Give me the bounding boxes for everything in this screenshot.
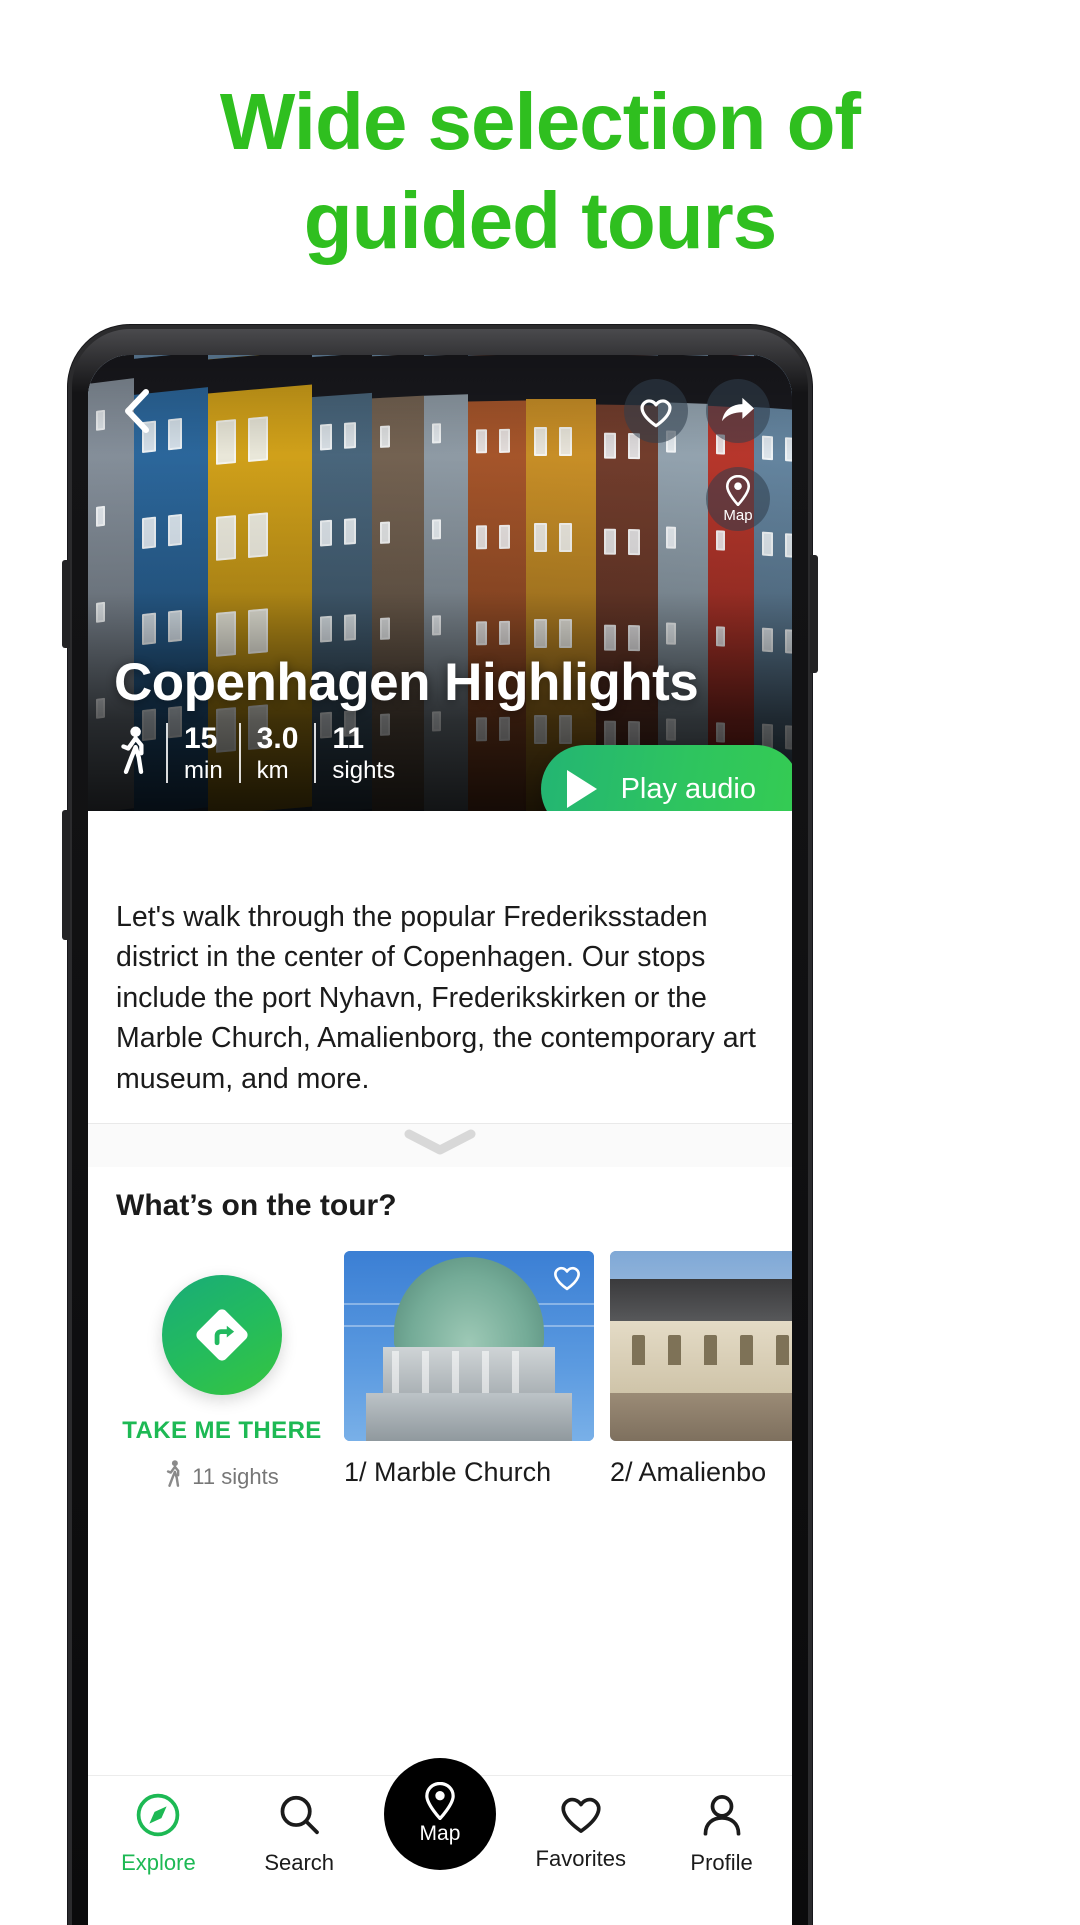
take-me-there-sights-text: 11 sights (192, 1464, 279, 1490)
take-me-there-circle (162, 1275, 282, 1396)
nav-item-favorites[interactable]: Favorites (510, 1792, 651, 1872)
nav-item-profile[interactable]: Profile (651, 1792, 792, 1876)
amalienborg-thumbnail (610, 1251, 792, 1442)
play-triangle-icon (566, 770, 597, 808)
stat-distance: 3.0 km (238, 722, 315, 784)
compass-icon (137, 1793, 180, 1837)
tour-description: Let's walk through the popular Frederiks… (116, 901, 756, 1095)
nav-label-explore: Explore (121, 1850, 196, 1875)
marble-church-thumbnail (344, 1251, 594, 1442)
take-me-there-sights: 11 sights (165, 1459, 279, 1495)
bottom-sheet-handle[interactable] (88, 1123, 792, 1168)
stat-sights-value: 11 (332, 722, 365, 756)
palace-window (668, 1335, 681, 1366)
tour-stop-caption: 2/ Amalienbo (610, 1457, 767, 1488)
favorite-button[interactable] (624, 379, 688, 443)
palace-window (632, 1335, 645, 1366)
headline-line-2: guided tours (303, 176, 777, 266)
stat-duration-value: 15 (184, 722, 218, 756)
phone-volume-down-button (62, 810, 70, 940)
church-column (482, 1351, 489, 1394)
phone-mockup: Map Copenhagen Highlights 15 min 3.0 km (62, 325, 818, 1925)
church-drum (383, 1347, 555, 1396)
map-pin-icon (425, 1782, 455, 1820)
stat-duration: 15 min (166, 723, 239, 783)
nav-item-explore[interactable]: Explore (88, 1792, 229, 1876)
play-audio-label: Play audio (620, 772, 756, 805)
search-icon (280, 1795, 320, 1835)
nav-label-profile: Profile (690, 1850, 753, 1875)
palace-roof (610, 1279, 792, 1322)
tour-stops-carousel[interactable]: TAKE ME THERE 11 sights 1/ Marble Church… (88, 1251, 792, 1495)
nav-label-favorites: Favorites (535, 1846, 627, 1871)
nav-item-map[interactable]: Map (370, 1758, 511, 1870)
tour-stop-caption: 1/ Marble Church (344, 1457, 552, 1488)
tour-section-heading: What’s on the tour? (116, 1189, 397, 1223)
chevron-down-icon (404, 1129, 476, 1155)
tour-stop-card[interactable]: 2/ Amalienbo (610, 1251, 792, 1488)
palace-window (704, 1335, 717, 1366)
nav-item-search[interactable]: Search (229, 1792, 370, 1876)
church-column (452, 1351, 459, 1394)
tour-stats: 15 min 3.0 km 11 sights (118, 723, 411, 783)
church-column (422, 1351, 429, 1394)
person-icon (703, 1795, 740, 1836)
hero-map-label: Map (723, 506, 753, 524)
nav-label-search: Search (264, 1850, 335, 1875)
directions-diamond-icon (196, 1309, 248, 1361)
heart-icon (561, 1797, 601, 1833)
heart-icon (554, 1267, 580, 1291)
phone-screen: Map Copenhagen Highlights 15 min 3.0 km (88, 355, 792, 1925)
chevron-left-icon (125, 389, 149, 433)
play-audio-button[interactable]: Play audio (540, 745, 792, 811)
phone-power-button (810, 555, 818, 673)
promo-headline: Wide selection of guided tours (0, 0, 1080, 270)
stat-distance-value: 3.0 (256, 722, 299, 756)
palace-courtyard (610, 1393, 792, 1442)
back-button[interactable] (110, 384, 164, 438)
take-me-there-button[interactable]: TAKE ME THERE 11 sights (116, 1251, 328, 1495)
headline-line-1: Wide selection of (219, 77, 861, 166)
hero-map-button[interactable]: Map (706, 467, 770, 531)
phone-volume-up-button (62, 560, 70, 648)
share-arrow-icon (722, 397, 754, 422)
walking-person-icon (118, 725, 150, 782)
tour-hero: Map Copenhagen Highlights 15 min 3.0 km (88, 355, 792, 811)
hero-toolbar (88, 379, 792, 443)
palace-window (740, 1335, 753, 1366)
tour-title: Copenhagen Highlights (114, 653, 699, 712)
tour-stop-card[interactable]: 1/ Marble Church (344, 1251, 594, 1488)
bottom-navigation: Explore Search Map Favorites Profile (88, 1758, 792, 1925)
nav-map-circle: Map (383, 1758, 496, 1870)
heart-icon (640, 398, 672, 427)
stat-distance-unit: km (256, 756, 289, 784)
take-me-there-label: TAKE ME THERE (122, 1417, 322, 1445)
walking-person-icon (165, 1459, 183, 1495)
church-base (366, 1393, 572, 1442)
palace-window (776, 1335, 789, 1366)
stat-sights: 11 sights (314, 723, 411, 783)
church-column (392, 1351, 399, 1394)
church-column (512, 1351, 519, 1394)
tour-section: What’s on the tour? TAKE ME THERE 11 sig… (88, 1167, 792, 1496)
stat-duration-unit: min (184, 756, 223, 784)
card-favorite-button[interactable] (552, 1263, 582, 1296)
nav-label-map: Map (419, 1822, 461, 1845)
stat-sights-unit: sights (332, 756, 396, 784)
share-button[interactable] (706, 379, 770, 443)
map-pin-icon (725, 474, 751, 506)
